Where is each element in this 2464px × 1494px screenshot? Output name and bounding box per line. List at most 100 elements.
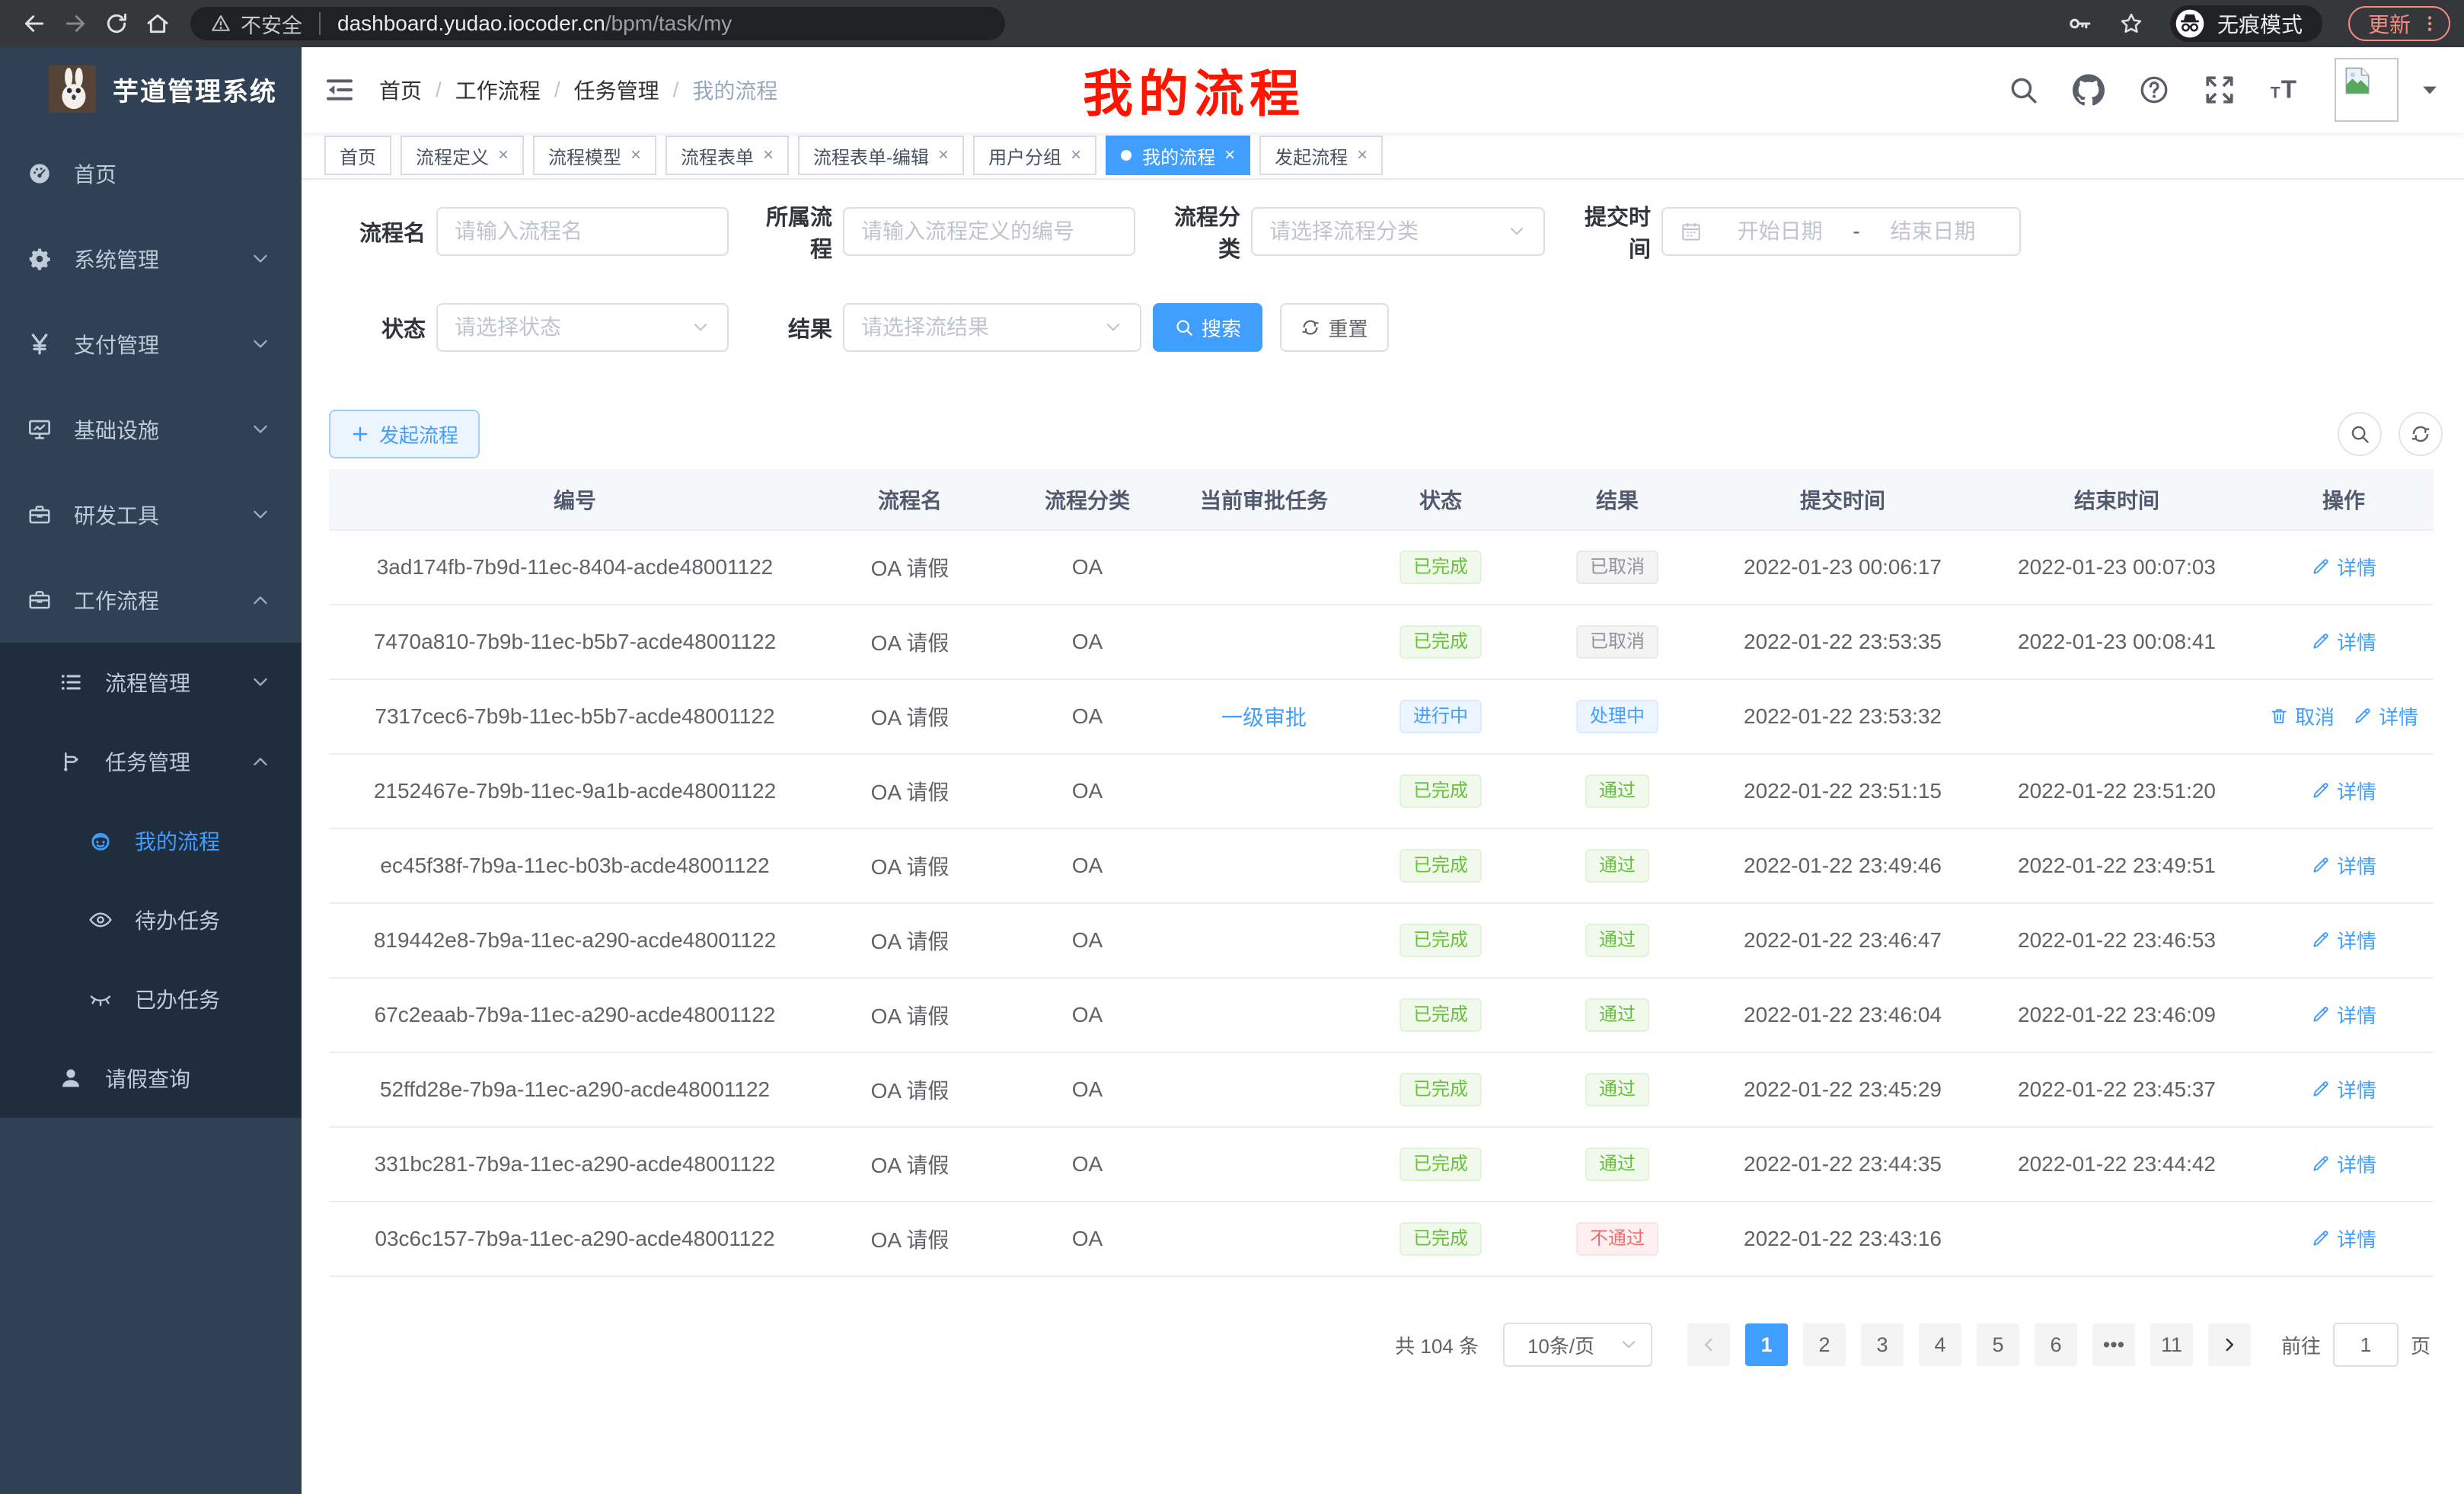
not-secure-warning-icon — [210, 13, 231, 34]
详情-action-link[interactable]: 详情 — [2353, 702, 2418, 730]
category-filter-input[interactable] — [1269, 219, 1501, 244]
browser-back-button[interactable] — [14, 3, 55, 44]
show-search-toggle-button[interactable] — [2338, 412, 2382, 456]
tab-close-icon[interactable]: × — [1224, 145, 1235, 166]
详情-action-link[interactable]: 详情 — [2311, 627, 2376, 656]
详情-action-link[interactable]: 详情 — [2311, 851, 2376, 879]
font-size-icon[interactable]: TT — [2269, 74, 2301, 106]
sidebar-item-流程管理[interactable]: 流程管理 — [0, 643, 302, 722]
tab-首页[interactable]: 首页 — [324, 136, 391, 175]
reset-button[interactable]: 重置 — [1280, 303, 1389, 352]
prev-page-button[interactable] — [1687, 1323, 1730, 1366]
pager-ellipsis[interactable]: ••• — [2092, 1323, 2135, 1366]
tab-close-icon[interactable]: × — [630, 145, 641, 166]
详情-action-link[interactable]: 详情 — [2311, 926, 2376, 954]
browser-menu-icon[interactable] — [2420, 14, 2440, 34]
refresh-table-button[interactable] — [2399, 412, 2443, 456]
sidebar-item-首页[interactable]: 首页 — [0, 131, 302, 216]
column-header-当前审批任务: 当前审批任务 — [1176, 469, 1352, 530]
sidebar-item-请假查询[interactable]: 请假查询 — [0, 1039, 302, 1118]
sidebar-item-已办任务[interactable]: 已办任务 — [0, 959, 302, 1039]
avatar-caret-icon[interactable] — [2418, 78, 2441, 101]
sidebar-collapse-icon[interactable] — [324, 75, 355, 105]
sidebar-item-系统管理[interactable]: 系统管理 — [0, 216, 302, 302]
tab-close-icon[interactable]: × — [1357, 145, 1368, 166]
tab-close-icon[interactable]: × — [938, 145, 949, 166]
取消-action-link[interactable]: 取消 — [2269, 702, 2335, 730]
sidebar-item-我的流程[interactable]: 我的流程 — [0, 801, 302, 880]
tab-发起流程[interactable]: 发起流程× — [1259, 136, 1383, 175]
browser-reload-button[interactable] — [96, 3, 137, 44]
result-filter-input[interactable] — [861, 315, 1097, 340]
breadcrumb-separator: / — [436, 78, 442, 102]
category-filter-select[interactable] — [1251, 207, 1545, 256]
github-icon[interactable] — [2073, 74, 2105, 106]
tab-流程表单-编辑[interactable]: 流程表单-编辑 × — [798, 136, 964, 175]
page-button-2[interactable]: 2 — [1803, 1323, 1846, 1366]
详情-action-link[interactable]: 详情 — [2311, 1224, 2376, 1253]
tab-流程模型[interactable]: 流程模型× — [533, 136, 656, 175]
tab-close-icon[interactable]: × — [498, 145, 509, 166]
browser-forward-button[interactable] — [55, 3, 96, 44]
tab-close-icon[interactable]: × — [1071, 145, 1081, 166]
tab-我的流程[interactable]: 我的流程× — [1106, 136, 1250, 175]
page-button-6[interactable]: 6 — [2035, 1323, 2077, 1366]
breadcrumb-item[interactable]: 首页 — [379, 75, 422, 105]
time-range-picker[interactable]: - — [1661, 207, 2021, 256]
tab-用户分组[interactable]: 用户分组× — [973, 136, 1096, 175]
goto-page-input[interactable] — [2333, 1323, 2399, 1367]
toolbox-icon — [27, 503, 52, 527]
sidebar-item-工作流程[interactable]: 工作流程 — [0, 557, 302, 643]
key-icon[interactable] — [2067, 11, 2092, 37]
page-button-1[interactable]: 1 — [1745, 1323, 1788, 1366]
详情-action-link[interactable]: 详情 — [2311, 777, 2376, 805]
search-button[interactable]: 搜索 — [1153, 303, 1262, 352]
fullscreen-icon[interactable] — [2204, 74, 2236, 106]
bookmark-star-icon[interactable] — [2118, 11, 2144, 37]
url-path: /bpm/task/my — [605, 11, 732, 35]
page-button-4[interactable]: 4 — [1919, 1323, 1961, 1366]
详情-action-link[interactable]: 详情 — [2311, 553, 2376, 581]
详情-action-link[interactable]: 详情 — [2311, 1150, 2376, 1178]
page-button-11[interactable]: 11 — [2150, 1323, 2193, 1366]
logo-image — [49, 65, 96, 113]
security-label: 不安全 — [241, 9, 302, 39]
sidebar-item-基础设施[interactable]: 基础设施 — [0, 387, 302, 472]
next-page-button[interactable] — [2208, 1323, 2251, 1366]
end-date-input[interactable] — [1863, 219, 2003, 244]
tab-label: 流程表单-编辑 — [813, 142, 929, 169]
address-bar[interactable]: 不安全 dashboard.yudao.iocoder.cn/bpm/task/… — [190, 7, 1005, 40]
详情-action-link[interactable]: 详情 — [2311, 1001, 2376, 1029]
page-button-3[interactable]: 3 — [1861, 1323, 1904, 1366]
sidebar-item-支付管理[interactable]: 支付管理 — [0, 302, 302, 387]
breadcrumb-item[interactable]: 工作流程 — [455, 75, 541, 105]
page-button-5[interactable]: 5 — [1977, 1323, 2019, 1366]
sidebar-item-label: 请假查询 — [105, 1063, 190, 1093]
help-icon[interactable] — [2138, 74, 2170, 106]
browser-home-button[interactable] — [137, 3, 178, 44]
status-cell: 已完成 — [1352, 1127, 1529, 1202]
browser-update-button[interactable]: 更新 — [2348, 6, 2450, 41]
current-task-link[interactable]: 一级审批 — [1221, 706, 1307, 729]
result-filter-select[interactable] — [843, 303, 1141, 352]
app-logo[interactable]: 芋道管理系统 — [0, 47, 302, 131]
status-filter-input[interactable] — [455, 315, 685, 340]
header-search-icon[interactable] — [2007, 74, 2039, 106]
chevron-down-icon — [250, 419, 271, 440]
definition-filter-input[interactable] — [861, 219, 1117, 244]
tab-流程定义[interactable]: 流程定义× — [401, 136, 524, 175]
breadcrumb-item[interactable]: 任务管理 — [574, 75, 659, 105]
sidebar-item-研发工具[interactable]: 研发工具 — [0, 472, 302, 557]
create-process-button[interactable]: 发起流程 — [329, 410, 480, 458]
start-date-input[interactable] — [1710, 219, 1850, 244]
tab-close-icon[interactable]: × — [763, 145, 774, 166]
name-filter-input[interactable] — [455, 219, 710, 244]
详情-action-link[interactable]: 详情 — [2311, 1075, 2376, 1103]
avatar[interactable] — [2335, 58, 2399, 122]
sidebar-item-任务管理[interactable]: 任务管理 — [0, 722, 302, 801]
table-toolbar: 发起流程 — [329, 410, 2443, 458]
tab-流程表单[interactable]: 流程表单× — [665, 136, 789, 175]
status-filter-select[interactable] — [436, 303, 729, 352]
sidebar-item-待办任务[interactable]: 待办任务 — [0, 880, 302, 959]
page-size-select[interactable]: 10条/页 — [1503, 1323, 1652, 1367]
